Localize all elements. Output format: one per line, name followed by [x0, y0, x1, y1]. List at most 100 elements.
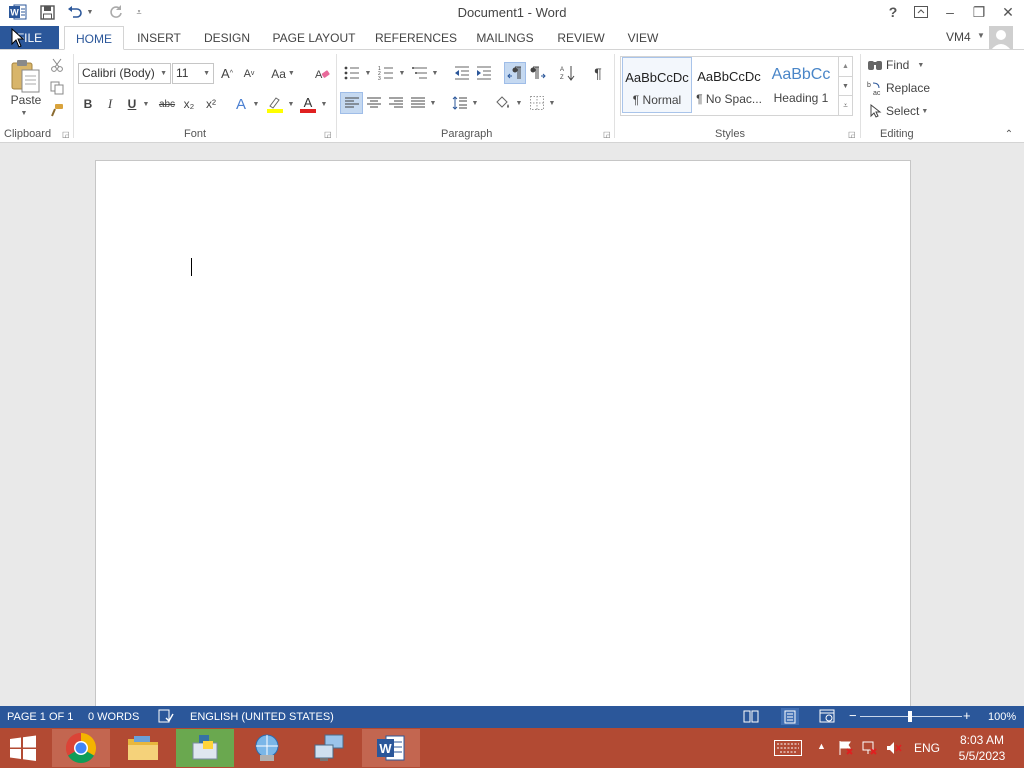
copy-icon[interactable]: [48, 79, 66, 97]
zoom-in-button[interactable]: +: [963, 708, 971, 723]
paste-button[interactable]: Paste: [6, 92, 46, 108]
style-normal[interactable]: AaBbCcDc ¶ Normal: [622, 57, 692, 113]
borders-dropdown-icon[interactable]: ▼: [547, 93, 557, 113]
print-layout-icon[interactable]: [781, 708, 799, 725]
replace-button[interactable]: b ac Replace: [867, 79, 937, 97]
paragraph-launcher-icon[interactable]: ◲: [603, 130, 611, 139]
tab-view[interactable]: VIEW: [623, 26, 663, 50]
user-dropdown-icon[interactable]: ▼: [977, 31, 985, 40]
bullets-icon[interactable]: [342, 64, 362, 82]
numbering-dropdown-icon[interactable]: ▼: [397, 64, 407, 82]
styles-launcher-icon[interactable]: ◲: [848, 130, 856, 139]
show-hidden-icons-icon[interactable]: ▲: [817, 741, 826, 751]
read-mode-icon[interactable]: [743, 709, 759, 726]
restore-button[interactable]: ❐: [966, 2, 992, 22]
close-button[interactable]: ✕: [995, 2, 1021, 22]
taskbar-remote-desktop[interactable]: [300, 729, 358, 767]
taskbar-word[interactable]: W: [362, 729, 420, 767]
tab-mailings[interactable]: MAILINGS: [472, 26, 538, 50]
paste-icon[interactable]: [8, 56, 44, 96]
rtl-direction-icon[interactable]: [528, 64, 548, 82]
font-color-button[interactable]: A: [298, 94, 318, 114]
collapse-ribbon-icon[interactable]: ⌃: [1002, 128, 1016, 140]
select-button[interactable]: Select ▼: [867, 102, 937, 120]
ribbon-display-options-button[interactable]: [908, 2, 934, 22]
underline-dropdown-icon[interactable]: ▼: [141, 94, 151, 114]
zoom-slider-thumb[interactable]: [908, 711, 912, 722]
page-count[interactable]: PAGE 1 OF 1: [7, 711, 73, 723]
align-right-icon[interactable]: [386, 93, 406, 113]
decrease-indent-icon[interactable]: [452, 64, 472, 82]
numbering-icon[interactable]: 123: [376, 64, 396, 82]
strikethrough-button[interactable]: abc: [156, 94, 178, 114]
justify-dropdown-icon[interactable]: ▼: [428, 93, 438, 113]
italic-button[interactable]: I: [102, 94, 118, 114]
font-color-dropdown-icon[interactable]: ▼: [319, 94, 329, 114]
styles-scroll-down-icon[interactable]: ▼: [838, 76, 852, 95]
bullets-dropdown-icon[interactable]: ▼: [363, 64, 373, 82]
document-page[interactable]: [95, 160, 911, 720]
tab-page-layout[interactable]: PAGE LAYOUT: [270, 26, 358, 50]
line-spacing-dropdown-icon[interactable]: ▼: [470, 93, 480, 113]
language-indicator[interactable]: ENGLISH (UNITED STATES): [190, 711, 334, 723]
tab-file[interactable]: FILE: [0, 26, 59, 50]
clipboard-launcher-icon[interactable]: ◲: [62, 130, 70, 139]
proofing-icon[interactable]: [158, 709, 174, 726]
shrink-font-button[interactable]: Av: [240, 63, 258, 84]
sort-icon[interactable]: AZ: [558, 64, 578, 82]
underline-button[interactable]: U: [124, 94, 140, 114]
bold-button[interactable]: B: [80, 94, 96, 114]
ltr-direction-icon[interactable]: [504, 62, 526, 84]
word-count[interactable]: 0 WORDS: [88, 711, 139, 723]
line-spacing-icon[interactable]: [450, 93, 470, 113]
user-name[interactable]: VM4: [946, 30, 971, 44]
action-center-flag-icon[interactable]: [838, 740, 854, 759]
format-painter-icon[interactable]: [48, 101, 66, 119]
increase-indent-icon[interactable]: [474, 64, 494, 82]
tab-home[interactable]: HOME: [64, 26, 124, 50]
network-status-icon[interactable]: [862, 740, 878, 759]
cut-icon[interactable]: [48, 56, 66, 74]
justify-icon[interactable]: [408, 93, 428, 113]
styles-more-icon[interactable]: ⩡: [838, 95, 852, 115]
volume-muted-icon[interactable]: [886, 740, 902, 759]
styles-scroll-up-icon[interactable]: ▲: [838, 57, 852, 76]
minimize-button[interactable]: –: [937, 2, 963, 22]
font-size-combo[interactable]: 11 ▼: [172, 63, 214, 84]
font-name-combo[interactable]: Calibri (Body) ▼: [78, 63, 171, 84]
clear-formatting-icon[interactable]: A: [312, 63, 332, 84]
align-left-icon[interactable]: [340, 92, 363, 114]
style-heading-1[interactable]: AaBbCc Heading 1: [766, 57, 836, 113]
text-effects-button[interactable]: A: [232, 94, 250, 114]
taskbar-chrome[interactable]: [52, 729, 110, 767]
highlight-color-icon[interactable]: [265, 94, 285, 114]
borders-icon[interactable]: [527, 93, 547, 113]
tab-review[interactable]: REVIEW: [554, 26, 608, 50]
font-name-dropdown-icon[interactable]: ▼: [160, 64, 167, 83]
style-no-spacing[interactable]: AaBbCcDc ¶ No Spac...: [694, 57, 764, 113]
help-button[interactable]: ?: [880, 2, 906, 22]
subscript-button[interactable]: x₂: [180, 94, 198, 114]
zoom-level[interactable]: 100%: [988, 711, 1016, 723]
shading-dropdown-icon[interactable]: ▼: [514, 93, 524, 113]
change-case-button[interactable]: Aa ▼: [268, 63, 298, 84]
paste-options-icon[interactable]: ▼: [18, 108, 30, 118]
taskbar-network-app[interactable]: [238, 729, 296, 767]
font-size-dropdown-icon[interactable]: ▼: [203, 64, 210, 83]
font-launcher-icon[interactable]: ◲: [324, 130, 332, 139]
multilevel-list-icon[interactable]: [410, 64, 430, 82]
show-marks-button[interactable]: ¶: [588, 64, 608, 82]
align-center-icon[interactable]: [364, 93, 384, 113]
text-effects-dropdown-icon[interactable]: ▼: [251, 94, 261, 114]
superscript-button[interactable]: x²: [202, 94, 220, 114]
zoom-out-button[interactable]: −: [849, 708, 857, 723]
start-button[interactable]: [0, 729, 46, 767]
clock[interactable]: 8:03 AM 5/5/2023: [954, 733, 1010, 763]
tab-references[interactable]: REFERENCES: [375, 26, 457, 50]
grow-font-button[interactable]: A ^: [218, 63, 236, 84]
input-language[interactable]: ENG: [914, 741, 940, 755]
taskbar-file-explorer[interactable]: [114, 729, 172, 767]
taskbar-python-app[interactable]: [176, 729, 234, 767]
user-avatar[interactable]: [989, 26, 1013, 50]
tab-insert[interactable]: INSERT: [134, 26, 184, 50]
